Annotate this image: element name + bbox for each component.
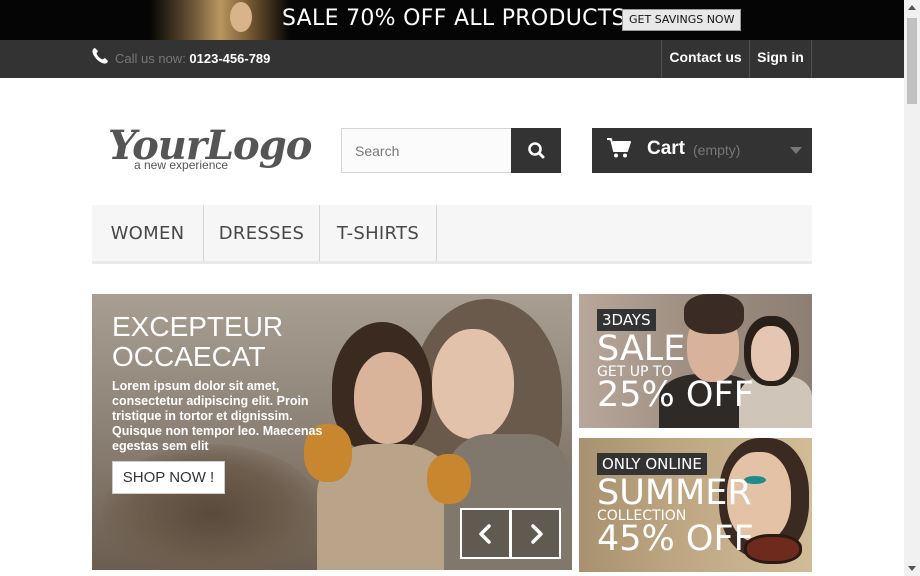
hero-mitten: [427, 454, 471, 504]
hero-model-face: [354, 352, 422, 444]
chevron-right-icon: [531, 524, 543, 544]
banner-model-hair: [684, 294, 744, 334]
promo-text: SALE 70% OFF ALL PRODUCTS: [282, 6, 626, 31]
scrollbar-thumb[interactable]: [907, 18, 917, 104]
hero-model-face: [432, 329, 514, 439]
hero-slider[interactable]: EXCEPTEUR OCCAECAT Lorem ipsum dolor sit…: [92, 294, 572, 570]
banner-headline: SUMMER: [597, 473, 752, 513]
sign-in-link[interactable]: Sign in: [749, 40, 812, 78]
search-icon: [528, 142, 545, 159]
page-scrollbar[interactable]: [904, 0, 920, 576]
menu-item-dresses[interactable]: DRESSES: [204, 205, 320, 261]
logo-tagline: a new experience: [134, 158, 229, 172]
promo-banner-sale[interactable]: 3DAYS SALE GET UP TO 25% OFF: [579, 294, 812, 428]
scroll-up-icon[interactable]: [908, 5, 916, 10]
search-input[interactable]: [342, 129, 511, 172]
get-savings-button[interactable]: GET SAVINGS NOW: [622, 9, 742, 31]
cart-icon: [607, 138, 631, 158]
hero-title: EXCEPTEUR OCCAECAT: [112, 312, 283, 372]
banner-offer: 45% OFF: [597, 519, 754, 559]
call-us-text: Call us now:: [115, 51, 190, 66]
shop-now-button[interactable]: SHOP NOW !: [112, 461, 225, 494]
slider-next-button[interactable]: [510, 508, 561, 559]
banner-tag: ONLY ONLINE: [597, 453, 707, 475]
category-menu: WOMEN DRESSES T-SHIRTS: [92, 205, 812, 264]
contact-us-link[interactable]: Contact us: [661, 40, 749, 78]
search-button[interactable]: [511, 128, 561, 173]
call-us-label: Call us now: 0123-456-789: [115, 51, 270, 66]
menu-item-women[interactable]: WOMEN: [92, 205, 204, 261]
slider-prev-button[interactable]: [460, 508, 511, 559]
menu-item-tshirts[interactable]: T-SHIRTS: [320, 205, 437, 261]
cart-dropdown[interactable]: Cart (empty): [592, 128, 812, 173]
hero-title-line2: OCCAECAT: [112, 341, 266, 372]
banner-offer: 25% OFF: [597, 375, 754, 415]
banner-model-face: [751, 326, 791, 381]
banner-tag: 3DAYS: [597, 309, 656, 331]
search-box: [341, 128, 512, 173]
promo-banner-summer[interactable]: ONLY ONLINE SUMMER COLLECTION 45% OFF: [579, 438, 812, 572]
chevron-down-icon: [790, 147, 802, 154]
cart-status: (empty): [693, 142, 741, 158]
scroll-down-icon[interactable]: [908, 566, 916, 571]
site-logo[interactable]: YourLogo a new experience: [108, 122, 312, 176]
chevron-left-icon: [479, 524, 491, 544]
banner-headline: SALE: [597, 329, 686, 369]
promo-banner[interactable]: SALE 70% OFF ALL PRODUCTS GET SAVINGS NO…: [0, 0, 904, 40]
hero-title-line1: EXCEPTEUR: [112, 311, 284, 342]
promo-model-image: [150, 0, 290, 40]
hero-description: Lorem ipsum dolor sit amet, consectetur …: [112, 379, 323, 453]
phone-number: 0123-456-789: [189, 51, 271, 66]
phone-icon: [92, 48, 108, 64]
cart-label: Cart: [647, 138, 686, 159]
